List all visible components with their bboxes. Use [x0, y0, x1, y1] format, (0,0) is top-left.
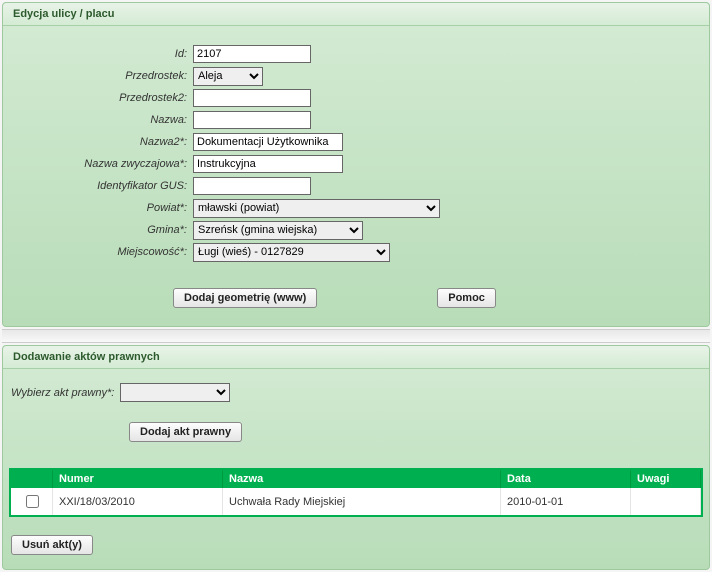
label-przedrostek: Przedrostek:	[13, 70, 193, 82]
select-powiat[interactable]: mławski (powiat)	[193, 199, 440, 218]
label-nazwa2: Nazwa2*:	[13, 136, 193, 148]
select-wybierz-akt[interactable]	[120, 383, 230, 402]
panel-edit-street: Edycja ulicy / placu Id: Przedrostek: Al…	[2, 2, 710, 327]
label-miejscowosc: Miejscowość*:	[13, 246, 193, 258]
panel-edit-street-body: Id: Przedrostek: Aleja Przedrostek2: Naz…	[3, 26, 709, 326]
label-nazwa: Nazwa:	[13, 114, 193, 126]
cell-nazwa: Uchwała Rady Miejskiej	[223, 488, 501, 515]
input-nazwa-zwyczajowa[interactable]	[193, 155, 343, 173]
select-miejscowosc[interactable]: Ługi (wieś) - 0127829	[193, 243, 390, 262]
table-header-row: Numer Nazwa Data Uwagi	[11, 470, 701, 488]
label-wybierz-akt: Wybierz akt prawny*:	[11, 387, 114, 399]
input-id[interactable]	[193, 45, 311, 63]
cell-numer: XXI/18/03/2010	[53, 488, 223, 515]
col-uwagi: Uwagi	[631, 470, 701, 488]
panel-add-acts-header: Dodawanie aktów prawnych	[3, 346, 709, 369]
row-checkbox[interactable]	[26, 495, 39, 508]
input-nazwa[interactable]	[193, 111, 311, 129]
label-przedrostek2: Przedrostek2:	[13, 92, 193, 104]
button-add-geometry[interactable]: Dodaj geometrię (www)	[173, 288, 317, 308]
table-row: XXI/18/03/2010 Uchwała Rady Miejskiej 20…	[11, 488, 701, 515]
cell-uwagi	[631, 488, 701, 515]
input-przedrostek2[interactable]	[193, 89, 311, 107]
select-przedrostek[interactable]: Aleja	[193, 67, 263, 86]
col-nazwa: Nazwa	[223, 470, 501, 488]
button-delete-acts[interactable]: Usuń akt(y)	[11, 535, 93, 555]
panel-edit-street-header: Edycja ulicy / placu	[3, 3, 709, 26]
label-powiat: Powiat*:	[13, 202, 193, 214]
label-id: Id:	[13, 48, 193, 60]
label-identyfikator-gus: Identyfikator GUS:	[13, 180, 193, 192]
panel-add-acts-body: Wybierz akt prawny*: Dodaj akt prawny Nu…	[3, 369, 709, 569]
col-data: Data	[501, 470, 631, 488]
table-acts: Numer Nazwa Data Uwagi XXI/18/03/2010 Uc…	[9, 468, 703, 517]
label-nazwa-zwyczajowa: Nazwa zwyczajowa*:	[13, 158, 193, 170]
col-numer: Numer	[53, 470, 223, 488]
button-help[interactable]: Pomoc	[437, 288, 496, 308]
button-add-act[interactable]: Dodaj akt prawny	[129, 422, 242, 442]
select-gmina[interactable]: Szreńsk (gmina wiejska)	[193, 221, 363, 240]
cell-data: 2010-01-01	[501, 488, 631, 515]
col-check	[11, 470, 53, 488]
input-nazwa2[interactable]	[193, 133, 343, 151]
panel-add-acts: Dodawanie aktów prawnych Wybierz akt pra…	[2, 345, 710, 570]
divider	[2, 329, 710, 343]
label-gmina: Gmina*:	[13, 224, 193, 236]
input-identyfikator-gus[interactable]	[193, 177, 311, 195]
